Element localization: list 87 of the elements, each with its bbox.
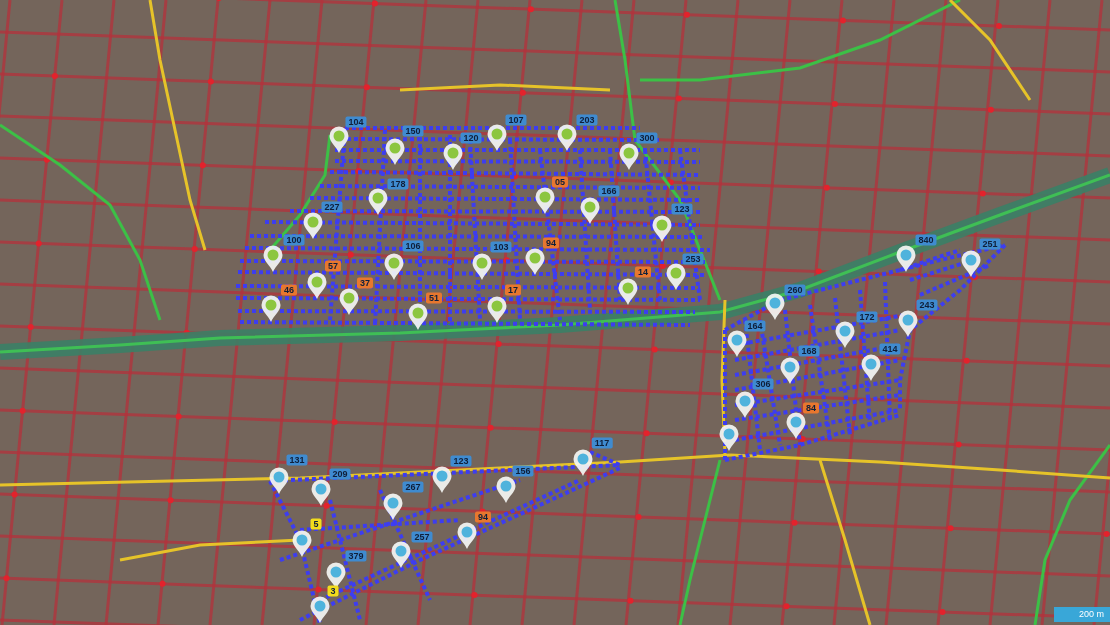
count-label: 100 bbox=[283, 234, 305, 246]
map-pin-icon[interactable] bbox=[719, 424, 739, 451]
count-label: 123 bbox=[450, 455, 472, 467]
count-label: 37 bbox=[357, 277, 373, 289]
map-pin-icon[interactable] bbox=[735, 391, 755, 418]
map-pin-icon[interactable] bbox=[619, 143, 639, 170]
count-label: 414 bbox=[879, 343, 901, 355]
count-label: 209 bbox=[329, 468, 351, 480]
map-pin-icon[interactable] bbox=[652, 215, 672, 242]
count-label: 379 bbox=[345, 550, 367, 562]
count-label: 51 bbox=[426, 292, 442, 304]
count-label: 120 bbox=[460, 132, 482, 144]
map-pin-icon[interactable] bbox=[391, 541, 411, 568]
map-pin-icon[interactable] bbox=[292, 530, 312, 557]
map-pin-icon[interactable] bbox=[261, 295, 281, 322]
count-label: 203 bbox=[576, 114, 598, 126]
map-pin-icon[interactable] bbox=[307, 272, 327, 299]
map-pin-icon[interactable] bbox=[861, 354, 881, 381]
map-pin-icon[interactable] bbox=[557, 124, 577, 151]
count-label: 103 bbox=[490, 241, 512, 253]
count-label: 150 bbox=[402, 125, 424, 137]
map-pin-icon[interactable] bbox=[765, 293, 785, 320]
count-label: 227 bbox=[321, 201, 343, 213]
map-pin-icon[interactable] bbox=[786, 412, 806, 439]
count-label: 3 bbox=[327, 585, 339, 597]
count-label: 172 bbox=[856, 311, 878, 323]
count-label: 94 bbox=[543, 237, 559, 249]
count-label: 156 bbox=[512, 465, 534, 477]
count-label: 117 bbox=[591, 437, 613, 449]
count-label: 17 bbox=[505, 284, 521, 296]
map-pin-icon[interactable] bbox=[384, 253, 404, 280]
map-pin-icon[interactable] bbox=[339, 288, 359, 315]
map-pin-icon[interactable] bbox=[898, 310, 918, 337]
map-pin-icon[interactable] bbox=[263, 245, 283, 272]
map-pin-icon[interactable] bbox=[487, 124, 507, 151]
count-label: 257 bbox=[411, 531, 433, 543]
map-pin-icon[interactable] bbox=[408, 303, 428, 330]
count-label: 94 bbox=[475, 511, 491, 523]
count-label: 243 bbox=[916, 299, 938, 311]
count-label: 104 bbox=[345, 116, 367, 128]
map-pin-icon[interactable] bbox=[961, 250, 981, 277]
map-pin-icon[interactable] bbox=[573, 449, 593, 476]
count-label: 267 bbox=[402, 481, 424, 493]
count-label: 300 bbox=[636, 132, 658, 144]
count-label: 14 bbox=[635, 266, 651, 278]
count-label: 251 bbox=[979, 238, 1001, 250]
map-pin-icon[interactable] bbox=[835, 321, 855, 348]
map-pin-icon[interactable] bbox=[432, 466, 452, 493]
map-pin-icon[interactable] bbox=[525, 248, 545, 275]
count-label: 178 bbox=[387, 178, 409, 190]
count-label: 164 bbox=[744, 320, 766, 332]
count-label: 131 bbox=[286, 454, 308, 466]
map-pin-icon[interactable] bbox=[269, 467, 289, 494]
count-label: 123 bbox=[671, 203, 693, 215]
count-label: 5 bbox=[310, 518, 322, 530]
map-pin-icon[interactable] bbox=[310, 596, 330, 623]
map-pin-icon[interactable] bbox=[472, 253, 492, 280]
count-label: 253 bbox=[682, 253, 704, 265]
map-pin-icon[interactable] bbox=[329, 126, 349, 153]
map-pin-icon[interactable] bbox=[896, 245, 916, 272]
count-label: 260 bbox=[784, 284, 806, 296]
map-pin-icon[interactable] bbox=[666, 263, 686, 290]
count-label: 46 bbox=[281, 284, 297, 296]
count-label: 57 bbox=[325, 260, 341, 272]
map-pin-icon[interactable] bbox=[385, 138, 405, 165]
count-label: 107 bbox=[505, 114, 527, 126]
map-pin-icon[interactable] bbox=[457, 522, 477, 549]
map-pin-icon[interactable] bbox=[303, 212, 323, 239]
map-pin-icon[interactable] bbox=[618, 278, 638, 305]
map-pin-icon[interactable] bbox=[780, 357, 800, 384]
count-label: 106 bbox=[402, 240, 424, 252]
map-pin-icon[interactable] bbox=[535, 187, 555, 214]
scale-bar: 200 m bbox=[1054, 607, 1110, 622]
map-pin-icon[interactable] bbox=[580, 197, 600, 224]
count-label: 168 bbox=[798, 345, 820, 357]
count-label: 840 bbox=[915, 234, 937, 246]
map-pin-icon[interactable] bbox=[311, 479, 331, 506]
map-pin-icon[interactable] bbox=[368, 188, 388, 215]
map-pin-icon[interactable] bbox=[443, 143, 463, 170]
map-pin-icon[interactable] bbox=[383, 493, 403, 520]
map-pin-icon[interactable] bbox=[727, 330, 747, 357]
count-label: 306 bbox=[752, 378, 774, 390]
map-pin-icon[interactable] bbox=[496, 476, 516, 503]
count-label: 05 bbox=[552, 176, 568, 188]
count-label: 84 bbox=[803, 402, 819, 414]
count-label: 166 bbox=[598, 185, 620, 197]
map-pin-icon[interactable] bbox=[487, 296, 507, 323]
